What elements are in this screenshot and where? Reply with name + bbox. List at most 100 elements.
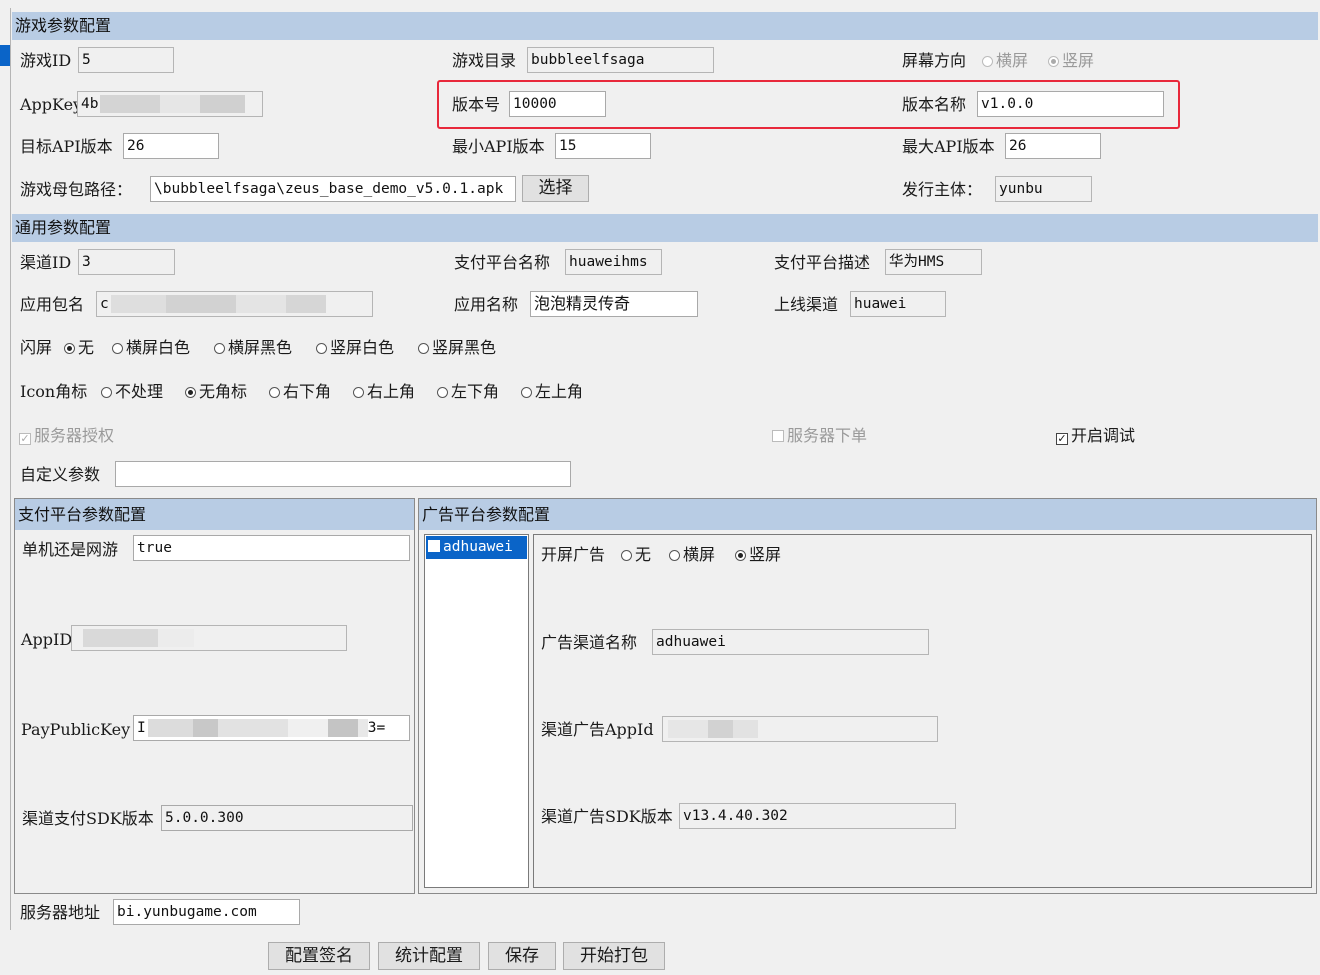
ad-appid-label: 渠道广告AppId [541, 720, 654, 739]
icon-badge-option-label: 不处理 [115, 382, 164, 401]
pay-platform-name-field[interactable]: huaweihms [565, 249, 662, 275]
server-order-label: 服务器下单 [787, 426, 868, 445]
server-addr-label: 服务器地址 [20, 903, 101, 922]
icon-badge-no-badge-radio[interactable]: 无角标 [185, 382, 247, 402]
game-dir-field[interactable]: bubbleelfsaga [527, 47, 714, 73]
splash-landscape-white-label: 横屏白色 [126, 338, 191, 357]
ad-sdk-version-field[interactable]: v13.4.40.302 [679, 803, 956, 829]
redacted-block [158, 629, 194, 647]
splash-portrait-white-radio[interactable]: 竖屏白色 [316, 338, 394, 358]
checkbox-empty-icon[interactable] [428, 540, 440, 552]
icon-badge-top-right-radio[interactable]: 右上角 [353, 382, 415, 402]
server-addr-field[interactable]: bi.yunbugame.com [113, 899, 300, 925]
game-id-label: 游戏ID [20, 51, 72, 70]
radio-circle-icon [521, 387, 532, 398]
redacted-block [147, 719, 193, 737]
radio-circle-icon [112, 343, 123, 354]
icon-badge-top-left-radio[interactable]: 左上角 [521, 382, 583, 402]
mode-field[interactable]: true [133, 535, 410, 561]
paykey-field[interactable]: I 3= [133, 715, 410, 741]
pay-platform-desc-field[interactable]: 华为HMS [885, 249, 982, 275]
icon-badge-bottom-right-radio[interactable]: 右下角 [269, 382, 331, 402]
radio-circle-icon [982, 56, 993, 67]
splash-ad-none-radio[interactable]: 无 [621, 545, 651, 565]
max-api-field[interactable]: 26 [1005, 133, 1101, 159]
radio-circle-icon [437, 387, 448, 398]
app-name-label: 应用名称 [454, 295, 519, 314]
orientation-landscape-radio[interactable]: 横屏 [982, 51, 1028, 71]
radio-circle-icon [621, 550, 632, 561]
icon-badge-none-radio[interactable]: 不处理 [101, 382, 163, 402]
game-dir-label: 游戏目录 [452, 51, 517, 70]
ad-platform-list[interactable]: adhuawei [424, 534, 529, 888]
ad-section-header: 广告平台参数配置 [419, 499, 1316, 530]
save-button[interactable]: 保存 [488, 942, 556, 970]
splash-landscape-white-radio[interactable]: 横屏白色 [112, 338, 190, 358]
version-code-field[interactable]: 10000 [509, 91, 606, 117]
splash-ad-landscape-radio[interactable]: 横屏 [669, 545, 715, 565]
splash-ad-label: 开屏广告 [541, 545, 606, 564]
redacted-block [327, 719, 358, 737]
pay-appid-label: AppID [21, 630, 73, 649]
server-auth-label: 服务器授权 [34, 426, 115, 445]
left-navigation-selected-item[interactable] [0, 45, 10, 66]
redacted-block [235, 295, 286, 313]
channel-id-label: 渠道ID [20, 253, 72, 272]
redacted-block [285, 295, 326, 313]
server-order-checkbox[interactable]: 服务器下单 [772, 426, 867, 446]
checkbox-empty-icon [772, 430, 784, 442]
app-name-field[interactable]: 泡泡精灵传奇 [530, 291, 698, 317]
splash-none-radio[interactable]: 无 [64, 338, 94, 358]
choose-apk-button[interactable]: 选择 [522, 175, 589, 202]
checkbox-checked-icon: ✓ [1056, 432, 1068, 445]
ad-section-title: 广告平台参数配置 [422, 505, 551, 524]
version-name-field[interactable]: v1.0.0 [977, 91, 1164, 117]
orientation-label: 屏幕方向 [902, 51, 967, 70]
redacted-block [287, 719, 328, 737]
online-channel-field[interactable]: huawei [850, 291, 946, 317]
ad-channel-name-field[interactable]: adhuawei [652, 629, 929, 655]
pay-section-title: 支付平台参数配置 [18, 505, 147, 524]
redacted-block [708, 720, 733, 738]
start-packaging-button[interactable]: 开始打包 [563, 942, 665, 970]
splash-landscape-black-radio[interactable]: 横屏黑色 [214, 338, 292, 358]
custom-params-field[interactable] [115, 461, 571, 487]
channel-id-field[interactable]: 3 [78, 249, 175, 275]
common-section-header: 通用参数配置 [12, 214, 1318, 242]
config-signature-button[interactable]: 配置签名 [268, 942, 370, 970]
splash-portrait-white-label: 竖屏白色 [330, 338, 395, 357]
radio-circle-icon [269, 387, 280, 398]
publisher-field[interactable]: yunbu [995, 176, 1092, 202]
radio-checked-icon [64, 343, 75, 354]
server-auth-checkbox[interactable]: ✓ 服务器授权 [19, 426, 114, 446]
target-api-field[interactable]: 26 [123, 133, 219, 159]
debug-checkbox[interactable]: ✓ 开启调试 [1056, 426, 1135, 446]
splash-ad-portrait-radio[interactable]: 竖屏 [735, 545, 781, 565]
package-label: 应用包名 [20, 295, 85, 314]
ad-appid-field[interactable] [662, 716, 938, 742]
icon-badge-option-label: 无角标 [199, 382, 248, 401]
package-field[interactable]: c [96, 291, 373, 317]
splash-ad-landscape-label: 横屏 [683, 545, 716, 564]
base-apk-path: \bubbleelfsaga\zeus_base_demo_v5.0.1.apk [154, 181, 504, 197]
game-id-field[interactable]: 5 [78, 47, 174, 73]
pay-appid-field[interactable] [71, 625, 347, 651]
radio-checked-icon [735, 550, 746, 561]
base-apk-field[interactable]: \bubbleelfsaga\zeus_base_demo_v5.0.1.apk [150, 176, 516, 202]
appkey-field[interactable]: 4b [77, 91, 263, 117]
radio-circle-icon [214, 343, 225, 354]
redacted-block [217, 719, 288, 737]
radio-circle-icon [669, 550, 680, 561]
left-navigation-strip[interactable] [0, 8, 11, 930]
pay-platform-name-label: 支付平台名称 [454, 253, 551, 272]
icon-badge-bottom-left-radio[interactable]: 左下角 [437, 382, 499, 402]
list-item[interactable]: adhuawei [426, 536, 527, 559]
pay-sdk-version-field[interactable]: 5.0.0.300 [161, 805, 413, 831]
orientation-portrait-radio[interactable]: 竖屏 [1048, 51, 1094, 71]
game-section-header: 游戏参数配置 [12, 12, 1318, 40]
min-api-field[interactable]: 15 [555, 133, 651, 159]
package-visible-text: c [100, 296, 109, 312]
splash-portrait-black-radio[interactable]: 竖屏黑色 [418, 338, 496, 358]
statistics-config-button[interactable]: 统计配置 [378, 942, 480, 970]
debug-label: 开启调试 [1071, 426, 1136, 445]
